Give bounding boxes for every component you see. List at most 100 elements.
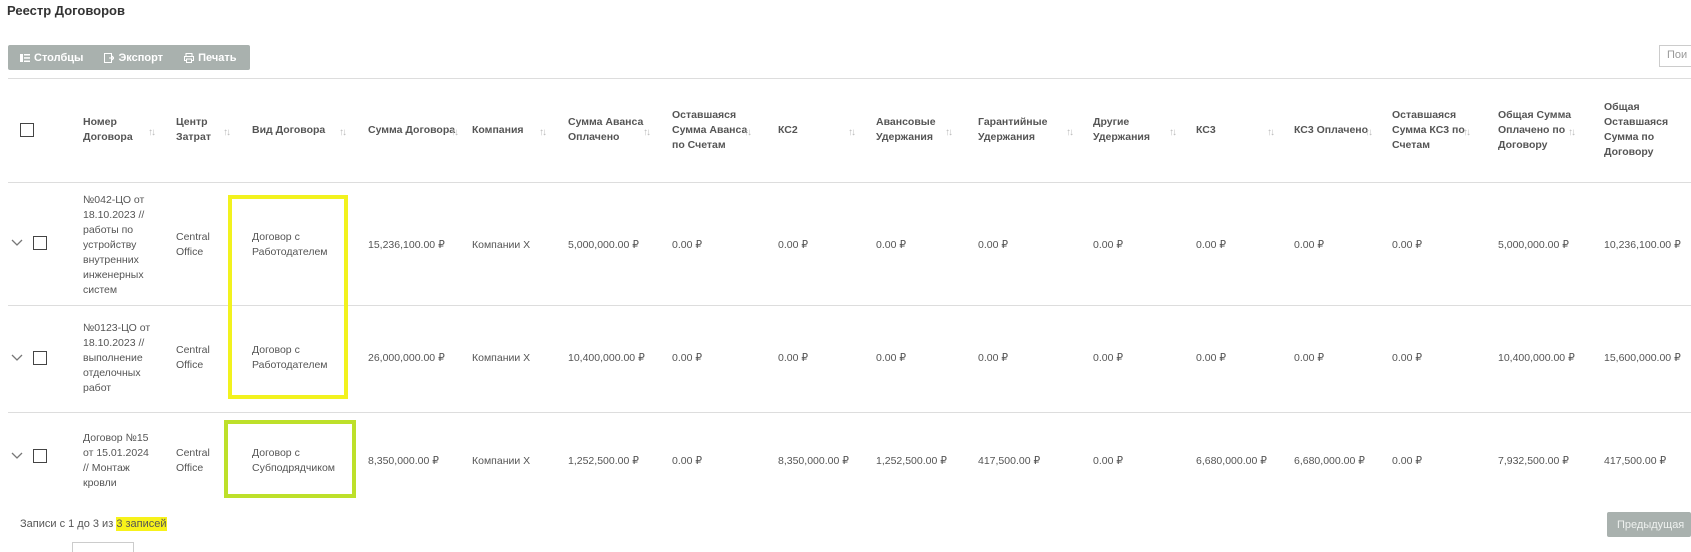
- records-info: Записи с 1 до 3 из 3 записей: [20, 517, 167, 531]
- records-total: 3 записей: [116, 517, 167, 531]
- column-header[interactable]: КС3: [1196, 82, 1276, 178]
- page-size-select[interactable]: [72, 542, 134, 552]
- export-button-label: Экспорт: [118, 51, 164, 64]
- table-cell: 26,000,000.00 ₽: [368, 351, 445, 364]
- table-cell: 0.00 ₽: [1093, 238, 1124, 251]
- sort-icon[interactable]: ↑↓: [744, 127, 752, 138]
- table-cell: Компании X: [472, 454, 531, 467]
- table-cell: 1,252,500.00 ₽: [876, 454, 947, 467]
- table-cell: Компании X: [472, 238, 531, 251]
- column-header[interactable]: Номер Договора: [83, 82, 155, 178]
- table-cell: 417,500.00 ₽: [978, 454, 1041, 467]
- table-cell: 15,236,100.00 ₽: [368, 238, 445, 251]
- table-cell: 0.00 ₽: [778, 351, 809, 364]
- table-cell: 7,932,500.00 ₽: [1498, 454, 1569, 467]
- sort-icon[interactable]: ↑↓: [1267, 127, 1275, 138]
- table-cell: 0.00 ₽: [1392, 454, 1423, 467]
- column-header[interactable]: КС3 Оплачено: [1294, 82, 1374, 178]
- column-header[interactable]: Сумма Аванса Оплачено: [568, 82, 648, 178]
- table-cell: 0.00 ₽: [1294, 238, 1325, 251]
- prev-page-button[interactable]: Предыдущая: [1607, 512, 1691, 537]
- column-header[interactable]: КС2: [778, 82, 858, 178]
- sort-icon[interactable]: ↑↓: [1169, 127, 1177, 138]
- table-cell: 1,252,500.00 ₽: [568, 454, 639, 467]
- table-cell: Central Office: [176, 344, 210, 371]
- table-cell: 0.00 ₽: [876, 351, 907, 364]
- print-icon: [184, 52, 195, 63]
- table-cell: 0.00 ₽: [672, 351, 703, 364]
- contract-number-cell: Договор №15 от 15.01.2024 // Монтаж кров…: [83, 432, 149, 489]
- records-info-prefix: Записи с 1 до 3 из: [20, 518, 117, 530]
- table-cell: 10,400,000.00 ₽: [1498, 351, 1575, 364]
- table-cell: 5,000,000.00 ₽: [1498, 238, 1569, 251]
- page-title: Реестр Договоров: [7, 3, 125, 18]
- highlight-subcontractor-contract: [224, 420, 356, 498]
- table-cell: 0.00 ₽: [1392, 238, 1423, 251]
- contract-number-cell: №0123-ЦО от 18.10.2023 // выполнение отд…: [83, 321, 151, 394]
- columns-icon: [20, 53, 30, 62]
- columns-button-label: Столбцы: [34, 51, 84, 64]
- contract-number-cell: №042-ЦО от 18.10.2023 // работы по устро…: [83, 193, 145, 296]
- sort-icon[interactable]: ↑↓: [1066, 127, 1074, 138]
- highlight-employer-contracts: [228, 195, 348, 399]
- table-cell: 5,000,000.00 ₽: [568, 238, 639, 251]
- table-cell: 0.00 ₽: [672, 238, 703, 251]
- table-cell: 0.00 ₽: [978, 351, 1009, 364]
- sort-icon[interactable]: ↑↓: [223, 127, 231, 138]
- table-cell: 6,680,000.00 ₽: [1294, 454, 1365, 467]
- table-cell: 0.00 ₽: [778, 238, 809, 251]
- table-cell: 10,236,100.00 ₽: [1604, 238, 1681, 251]
- sort-icon[interactable]: ↑↓: [848, 127, 856, 138]
- column-header[interactable]: Авансовые Удержания: [876, 82, 966, 178]
- sort-icon[interactable]: ↑↓: [1365, 127, 1373, 138]
- table-cell: 0.00 ₽: [876, 238, 907, 251]
- sort-icon[interactable]: ↑↓: [451, 127, 459, 138]
- column-header[interactable]: Другие Удержания: [1093, 82, 1179, 178]
- table-cell: 0.00 ₽: [1093, 454, 1124, 467]
- sort-icon[interactable]: ↑↓: [643, 127, 651, 138]
- row-divider: [8, 412, 1691, 413]
- column-header[interactable]: Сумма Договора: [368, 82, 458, 178]
- sort-icon[interactable]: ↑↓: [539, 127, 547, 138]
- sort-icon[interactable]: ↑↓: [148, 127, 156, 138]
- row-checkbox[interactable]: [33, 351, 47, 365]
- export-icon: [104, 52, 115, 63]
- row-checkbox[interactable]: [33, 236, 47, 250]
- table-cell: 0.00 ₽: [672, 454, 703, 467]
- print-button[interactable]: Печать: [172, 45, 245, 70]
- table-cell: 417,500.00 ₽: [1604, 454, 1667, 467]
- select-all-checkbox[interactable]: [20, 123, 34, 137]
- table-cell: 0.00 ₽: [978, 238, 1009, 251]
- table-cell: 0.00 ₽: [1294, 351, 1325, 364]
- columns-button[interactable]: Столбцы: [8, 45, 92, 70]
- table-cell: Central Office: [176, 231, 210, 258]
- table-cell: 6,680,000.00 ₽: [1196, 454, 1267, 467]
- column-header[interactable]: Гарантийные Удержания: [978, 82, 1076, 178]
- table-cell: 0.00 ₽: [1196, 351, 1227, 364]
- toolbar: Столбцы Экспорт Печать: [8, 45, 250, 70]
- expand-row-chevron-icon[interactable]: [11, 354, 23, 362]
- table-cell: 10,400,000.00 ₽: [568, 351, 645, 364]
- row-checkbox[interactable]: [33, 449, 47, 463]
- search-input[interactable]: Пои: [1659, 45, 1691, 67]
- expand-row-chevron-icon[interactable]: [11, 452, 23, 460]
- table-cell: 15,600,000.00 ₽: [1604, 351, 1681, 364]
- export-button[interactable]: Экспорт: [92, 45, 172, 70]
- column-header[interactable]: Вид Договора: [252, 82, 342, 178]
- sort-icon[interactable]: ↑↓: [1568, 127, 1576, 138]
- column-header[interactable]: Общая Оставшаяся Сумма по Договору: [1604, 82, 1691, 178]
- table-cell: Компании X: [472, 351, 531, 364]
- table-cell: 8,350,000.00 ₽: [778, 454, 849, 467]
- table-cell: 0.00 ₽: [1196, 238, 1227, 251]
- print-button-label: Печать: [198, 51, 237, 64]
- expand-row-chevron-icon[interactable]: [11, 239, 23, 247]
- sort-icon[interactable]: ↑↓: [945, 127, 953, 138]
- column-header[interactable]: Общая Сумма Оплачено по Договору: [1498, 82, 1598, 178]
- sort-icon[interactable]: ↑↓: [1463, 127, 1471, 138]
- table-cell: 8,350,000.00 ₽: [368, 454, 439, 467]
- header-bottom-border: [8, 182, 1691, 183]
- table-top-border: [8, 78, 1691, 79]
- table-cell: 0.00 ₽: [1093, 351, 1124, 364]
- table-cell: 0.00 ₽: [1392, 351, 1423, 364]
- sort-icon[interactable]: ↑↓: [339, 127, 347, 138]
